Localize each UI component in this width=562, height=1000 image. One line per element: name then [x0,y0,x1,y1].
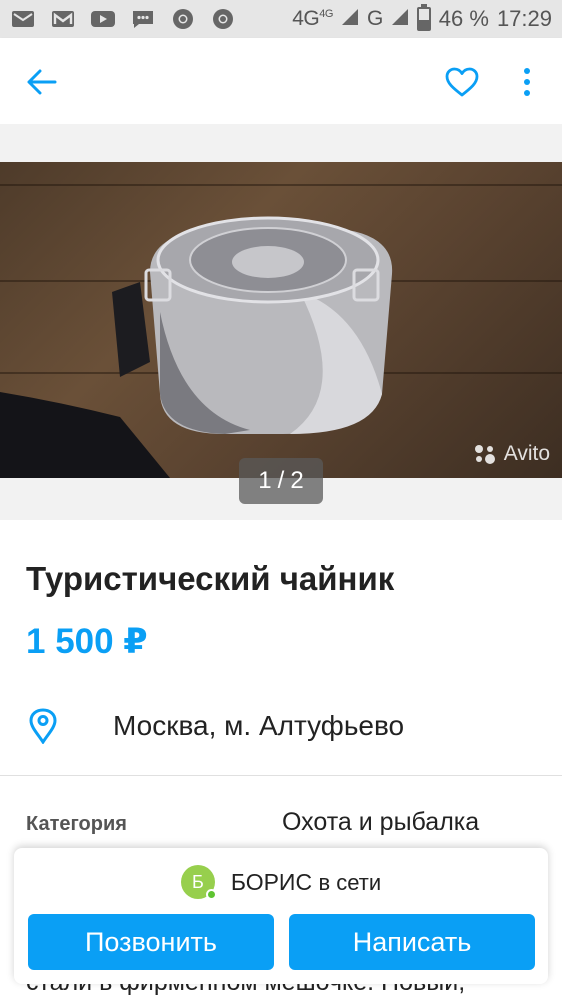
contact-panel: Б БОРИС в сети Позвонить Написать [14,848,548,984]
watermark-text: Avito [503,442,550,465]
category-value: Охота и рыбалка [282,808,480,836]
listing-title: Туристический чайник [26,560,395,597]
chrome-icon [210,8,236,30]
signal-icon [391,6,409,32]
photo-total: 2 [290,467,304,494]
battery-icon [416,4,431,31]
watermark: Avito [472,442,550,466]
top-app-bar [0,38,562,124]
location-text: Москва, м. Алтуфьево [113,710,405,741]
write-message-button[interactable]: Написать [289,914,535,970]
network-indicator: 4G4G [292,7,333,31]
network-type: 4G [292,7,320,30]
system-status: 4G4G G 46 % 17:29 [292,4,552,32]
seller-name-line: БОРИС в сети [231,869,381,896]
favorite-button[interactable] [442,62,482,102]
more-options-button[interactable] [510,62,544,102]
photo-counter: 1 / 2 [239,458,323,504]
chrome-icon [170,8,196,30]
location-pin-icon [29,708,57,744]
listing-photo[interactable]: Avito [0,162,562,478]
clock: 17:29 [496,6,552,31]
seller-status: в сети [318,869,382,895]
listing-price: 1 500 ₽ [26,622,148,661]
location-row[interactable]: Москва, м. Алтуфьево [0,700,562,760]
more-vertical-icon [524,68,530,96]
carrier-indicator: G [366,7,383,30]
photo-separator: / [277,467,285,494]
category-label: Категория [26,813,127,835]
avatar: Б [180,865,217,900]
status-bar: 4G4G G 46 % 17:29 [0,0,562,38]
online-indicator [205,889,217,900]
call-button[interactable]: Позвонить [28,914,274,970]
seller-info[interactable]: Б БОРИС в сети [14,864,548,900]
notification-icons [10,8,236,30]
back-button[interactable] [22,62,62,102]
mail-icon [10,8,36,30]
avito-logo-icon [474,445,495,464]
kettle-image [0,216,393,478]
divider-strip [0,124,562,162]
sms-icon [130,8,156,30]
battery-percent: 46 % [438,6,489,31]
gmail-icon [50,8,76,30]
seller-name: БОРИС [230,868,313,895]
signal-icon [341,6,359,32]
youtube-icon [90,8,116,30]
network-sup: 4G [319,8,333,20]
photo-current: 1 [258,467,272,494]
arrow-left-icon [27,69,57,95]
battery-level [418,19,429,29]
divider [0,775,562,776]
heart-icon [445,67,479,97]
avatar-initial: Б [191,871,204,892]
